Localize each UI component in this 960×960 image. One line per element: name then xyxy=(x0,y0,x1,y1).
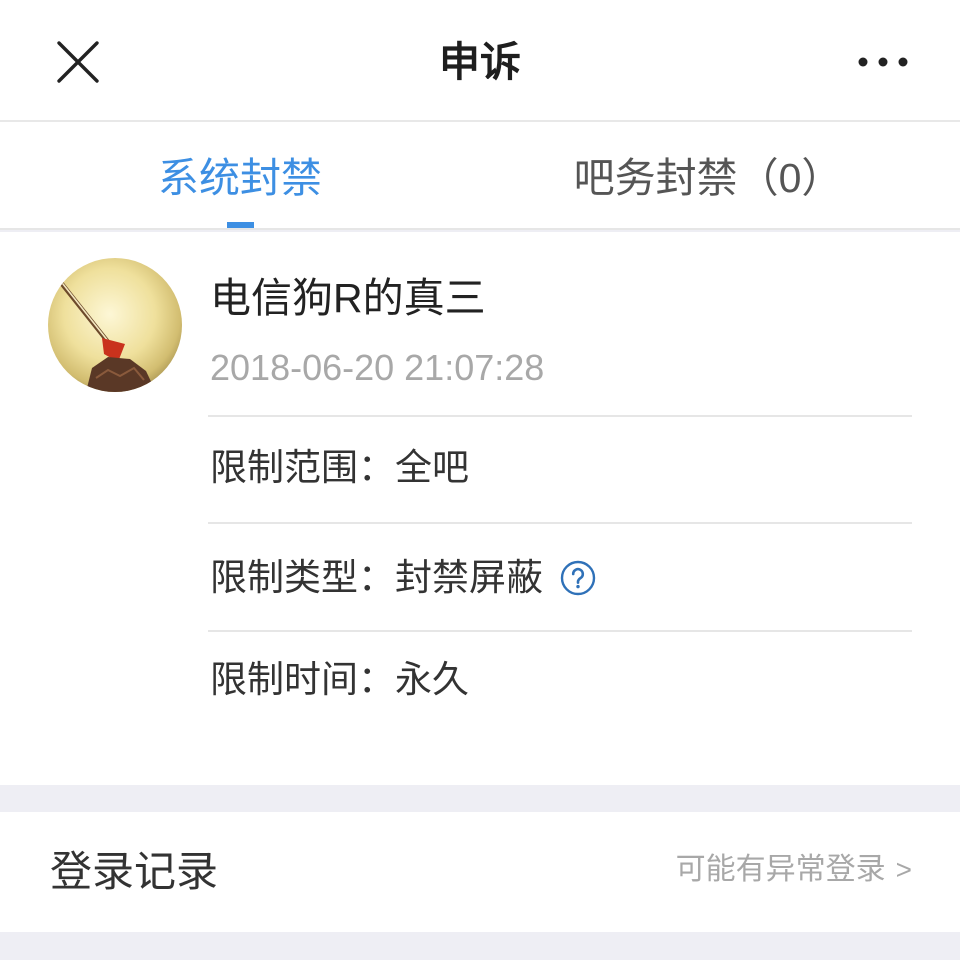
login-record-hint-text: 可能有异常登录 xyxy=(675,853,886,886)
more-button[interactable] xyxy=(848,42,918,82)
detail-row-type: 限制类型： 封禁屏蔽 xyxy=(210,553,596,603)
divider xyxy=(208,522,912,524)
tab-forum-admin-ban[interactable]: 吧务封禁（0） xyxy=(480,122,960,228)
tab-system-ban[interactable]: 系统封禁 xyxy=(0,122,480,228)
detail-label: 限制类型： xyxy=(210,557,395,598)
login-record-row[interactable]: 登录记录 可能有异常登录 > xyxy=(0,812,960,932)
help-button[interactable] xyxy=(560,560,596,596)
avatar-image xyxy=(48,258,182,392)
close-button[interactable] xyxy=(50,34,106,90)
tab-label: 系统封禁 xyxy=(158,155,322,201)
login-record-title: 登录记录 xyxy=(50,848,219,895)
avatar xyxy=(48,258,182,392)
divider xyxy=(208,630,912,632)
detail-row-duration: 限制时间： 永久 xyxy=(210,655,469,705)
detail-label: 限制范围： xyxy=(210,447,395,488)
detail-row-scope: 限制范围： 全吧 xyxy=(210,443,469,493)
ban-timestamp: 2018-06-20 21:07:28 xyxy=(210,347,545,388)
more-icon xyxy=(858,57,908,67)
detail-value: 永久 xyxy=(395,659,469,700)
section-gap xyxy=(0,932,960,960)
detail-value: 全吧 xyxy=(395,447,469,488)
close-icon xyxy=(57,41,99,83)
section-gap xyxy=(0,785,960,812)
login-record-hint: 可能有异常登录 > xyxy=(676,848,912,892)
detail-label: 限制时间： xyxy=(210,659,395,700)
tab-label: 吧务封禁（0） xyxy=(573,155,843,201)
divider xyxy=(208,415,912,417)
tab-bar: 系统封禁 吧务封禁（0） xyxy=(0,122,960,230)
page-title: 申诉 xyxy=(439,39,521,85)
help-icon xyxy=(560,560,596,596)
user-name: 电信狗R的真三 xyxy=(210,275,486,321)
chevron-right-icon: > xyxy=(895,854,912,885)
detail-value: 封禁屏蔽 xyxy=(395,557,543,598)
ban-record-card: 电信狗R的真三 2018-06-20 21:07:28 限制范围： 全吧 限制类… xyxy=(0,232,960,785)
header: 申诉 xyxy=(0,0,960,122)
tab-active-indicator xyxy=(227,222,254,228)
